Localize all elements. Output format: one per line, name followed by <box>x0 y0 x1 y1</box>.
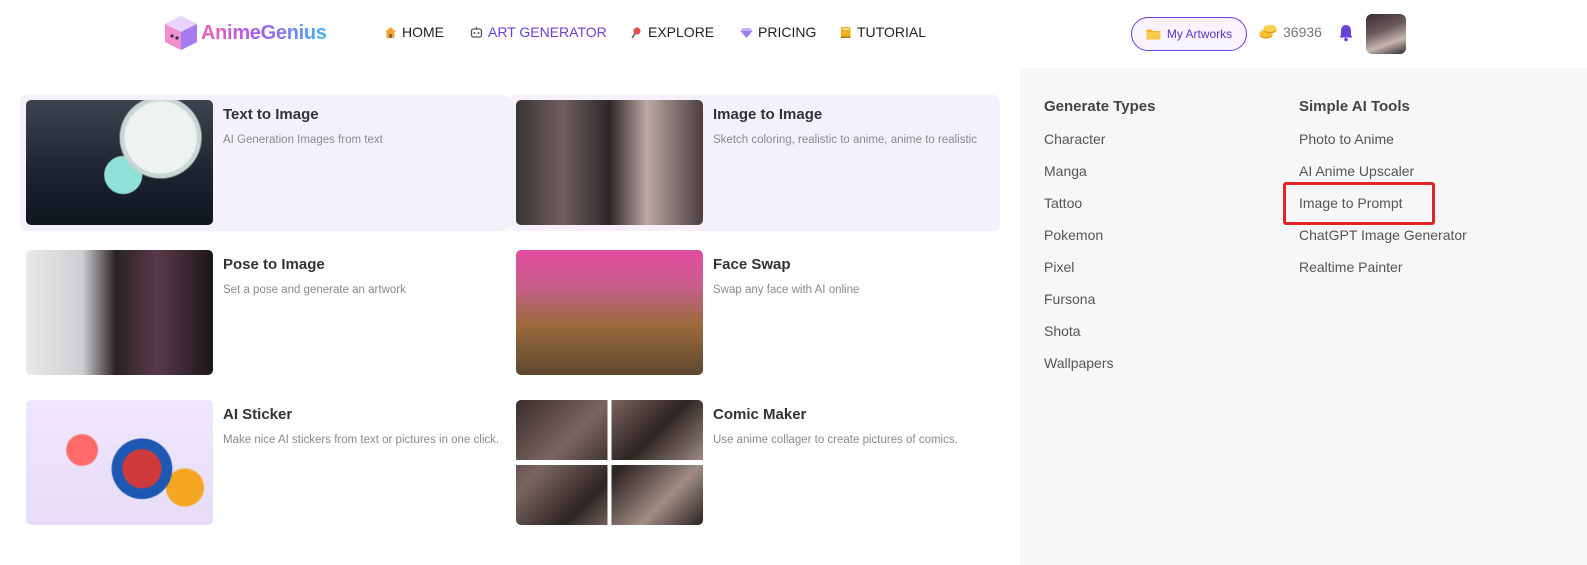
tool-description: Set a pose and generate an artwork <box>223 284 406 296</box>
nav-tutorial-label: TUTORIAL <box>857 24 926 40</box>
ai-tools-grid: Text to Image AI Generation Images from … <box>0 68 1020 565</box>
nav-art-generator[interactable]: ART GENERATOR <box>470 24 607 40</box>
tool-description: AI Generation Images from text <box>223 134 383 146</box>
link-photo-to-anime[interactable]: Photo to Anime <box>1299 131 1394 147</box>
tool-title: Image to Image <box>713 106 823 123</box>
bell-icon[interactable] <box>1338 24 1354 42</box>
coins-icon <box>1259 25 1277 39</box>
tool-title: Comic Maker <box>713 406 807 423</box>
link-wallpapers[interactable]: Wallpapers <box>1044 355 1114 371</box>
nav-explore[interactable]: EXPLORE <box>630 24 714 40</box>
tool-description: Sketch coloring, realistic to anime, ani… <box>713 134 977 146</box>
pose-to-image-thumbnail <box>26 250 213 375</box>
text-to-image-thumbnail <box>26 100 213 225</box>
my-artworks-button[interactable]: My Artworks <box>1131 17 1247 51</box>
image-to-image-thumbnail <box>516 100 703 225</box>
nav-home[interactable]: HOME <box>384 24 444 40</box>
nav-home-label: HOME <box>402 24 444 40</box>
tool-title: AI Sticker <box>223 406 293 423</box>
coin-balance: 36936 <box>1259 24 1322 40</box>
link-fursona[interactable]: Fursona <box>1044 291 1095 307</box>
link-chatgpt-image-generator[interactable]: ChatGPT Image Generator <box>1299 227 1467 243</box>
tool-description: Make nice AI stickers from text or pictu… <box>223 434 500 446</box>
book-icon <box>841 26 851 38</box>
generate-types-heading: Generate Types <box>1044 98 1156 115</box>
brand-name: AnimeGenius <box>201 21 327 44</box>
link-manga[interactable]: Manga <box>1044 163 1087 179</box>
tool-title: Pose to Image <box>223 256 325 273</box>
link-character[interactable]: Character <box>1044 131 1105 147</box>
tool-ai-sticker[interactable]: AI Sticker Make nice AI stickers from te… <box>20 395 510 531</box>
nav-pricing[interactable]: PRICING <box>740 24 816 40</box>
user-avatar[interactable] <box>1366 14 1406 54</box>
pin-icon <box>631 27 641 38</box>
ai-sticker-thumbnail <box>26 400 213 525</box>
nav-tutorial[interactable]: TUTORIAL <box>839 24 926 40</box>
link-tattoo[interactable]: Tattoo <box>1044 195 1082 211</box>
top-navbar: AnimeGenius HOME ART GENERATOR EXPLORE P… <box>0 0 1587 68</box>
brand-logo[interactable]: AnimeGenius <box>163 14 327 52</box>
diamond-icon <box>740 27 753 38</box>
logo-cube-icon <box>165 16 197 50</box>
tool-title: Face Swap <box>713 256 791 273</box>
robot-icon <box>470 26 483 38</box>
link-shota[interactable]: Shota <box>1044 323 1081 339</box>
folder-icon <box>1146 29 1161 40</box>
house-icon <box>385 26 396 38</box>
tool-comic-maker[interactable]: Comic Maker Use anime collager to create… <box>510 395 1000 531</box>
my-artworks-label: My Artworks <box>1166 27 1233 41</box>
tool-description: Use anime collager to create pictures of… <box>713 434 958 446</box>
nav-pricing-label: PRICING <box>758 24 817 40</box>
face-swap-thumbnail <box>516 250 703 375</box>
link-realtime-painter[interactable]: Realtime Painter <box>1299 259 1403 275</box>
link-ai-anime-upscaler[interactable]: AI Anime Upscaler <box>1299 163 1414 179</box>
simple-ai-tools-heading: Simple AI Tools <box>1299 98 1410 115</box>
link-pixel[interactable]: Pixel <box>1044 259 1074 275</box>
tool-description: Swap any face with AI online <box>713 284 860 296</box>
highlight-annotation-box <box>1283 182 1435 225</box>
coin-count: 36936 <box>1283 24 1322 40</box>
tool-title: Text to Image <box>223 106 319 123</box>
tool-text-to-image[interactable]: Text to Image AI Generation Images from … <box>20 95 510 231</box>
comic-maker-thumbnail <box>516 400 703 525</box>
link-pokemon[interactable]: Pokemon <box>1044 227 1103 243</box>
tool-face-swap[interactable]: Face Swap Swap any face with AI online <box>510 245 1000 381</box>
tool-pose-to-image[interactable]: Pose to Image Set a pose and generate an… <box>20 245 510 381</box>
nav-art-generator-label: ART GENERATOR <box>488 24 607 40</box>
tool-image-to-image[interactable]: Image to Image Sketch coloring, realisti… <box>510 95 1000 231</box>
nav-explore-label: EXPLORE <box>648 24 715 40</box>
